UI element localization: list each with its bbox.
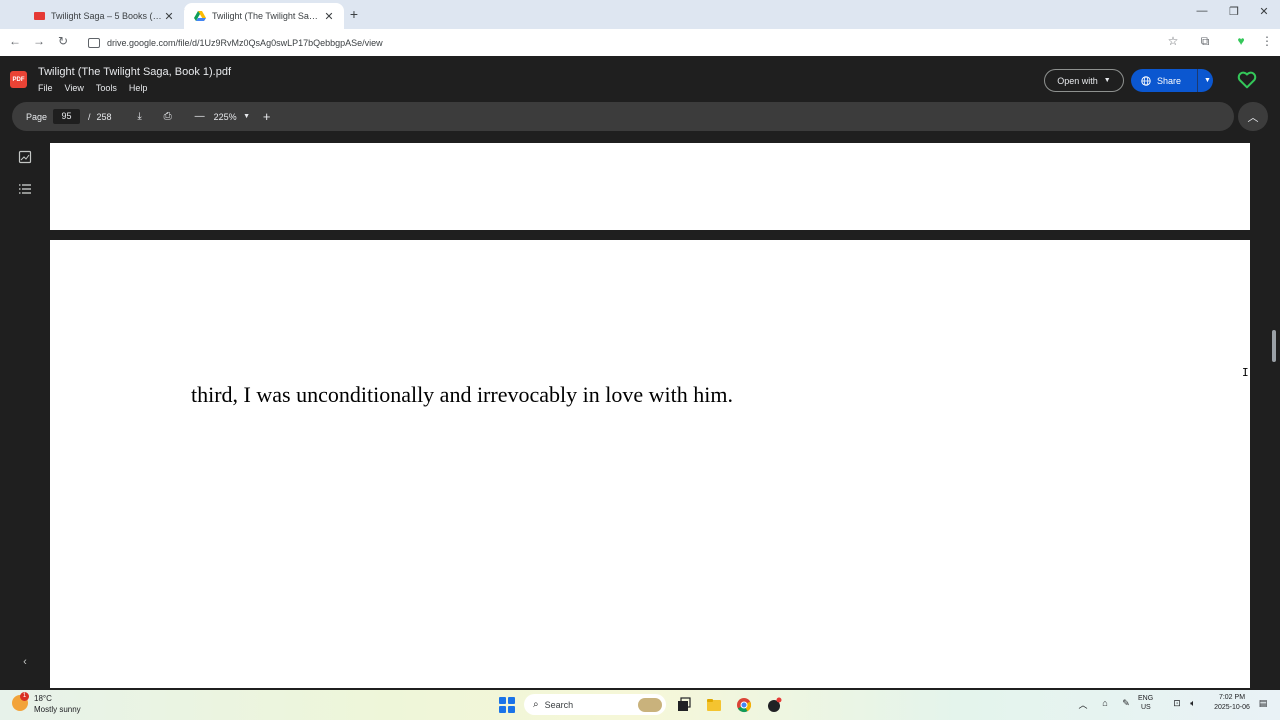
- google-drive-icon: [194, 11, 206, 21]
- forward-button[interactable]: →: [30, 34, 48, 48]
- start-tile: [508, 697, 515, 704]
- language-bottom[interactable]: US: [1141, 704, 1151, 711]
- url-text: drive.google.com/file/d/1Uz9RvMz0QsAg0sw…: [107, 37, 383, 48]
- pdf-favicon-icon: [34, 12, 45, 20]
- print-icon[interactable]: ⎙: [160, 111, 176, 122]
- menu-help[interactable]: Help: [129, 83, 148, 93]
- viewer-header: PDF Twilight (The Twilight Saga, Book 1)…: [0, 57, 1280, 100]
- back-button[interactable]: ←: [6, 34, 24, 48]
- menu-file[interactable]: File: [38, 83, 53, 93]
- browser-toolbar: ← → ↻ drive.google.com/file/d/1Uz9RvMz0Q…: [0, 29, 1280, 56]
- tab-title: Twilight (The Twilight Saga, Boo: [212, 11, 322, 21]
- zoom-dropdown-icon[interactable]: ▼: [239, 113, 255, 120]
- extensions-icon[interactable]: ⧉: [1196, 34, 1214, 49]
- page-text-line: third, I was unconditionally and irrevoc…: [191, 382, 733, 407]
- globe-icon: [1141, 75, 1151, 86]
- share-label: Share: [1157, 75, 1182, 86]
- zoom-in-icon[interactable]: +: [259, 109, 275, 124]
- pdf-toolbar: Page 95 / 258 ⤓ ⎙ — 225% ▼ +: [12, 102, 1234, 131]
- pdf-page-previous: [50, 143, 1250, 230]
- search-icon: ⌕: [533, 699, 539, 710]
- search-highlight-icon: [638, 697, 662, 712]
- browser-menu-icon[interactable]: ⋮: [1258, 34, 1276, 48]
- windows-start-icon[interactable]: [499, 697, 515, 713]
- bookmark-star-icon[interactable]: ☆: [1164, 34, 1182, 48]
- download-icon[interactable]: ⤓: [132, 111, 148, 122]
- file-explorer-icon[interactable]: [706, 697, 722, 713]
- text-cursor-icon: I: [1242, 366, 1249, 379]
- task-view-icon[interactable]: [676, 697, 692, 713]
- share-divider: [1197, 69, 1199, 92]
- start-tile: [499, 706, 506, 713]
- caret-down-icon: ▼: [1103, 77, 1111, 84]
- heart-extension-icon[interactable]: ♥: [1232, 34, 1250, 48]
- chrome-icon[interactable]: [736, 697, 752, 713]
- page-number-input[interactable]: 95: [53, 109, 81, 124]
- pdf-file-icon: PDF: [10, 71, 27, 88]
- start-tile: [499, 697, 506, 704]
- menu-tools[interactable]: Tools: [96, 83, 117, 93]
- share-button[interactable]: Share ▼: [1131, 69, 1213, 92]
- thumbnails-icon[interactable]: [18, 150, 32, 164]
- clock-date[interactable]: 2025-10-06: [1208, 704, 1256, 711]
- close-icon[interactable]: ✕: [322, 10, 336, 23]
- network-icon[interactable]: ⌂: [1098, 698, 1112, 708]
- chevron-up-icon: ︿: [1247, 111, 1259, 124]
- pen-icon[interactable]: ✎: [1119, 698, 1133, 709]
- show-hidden-icons[interactable]: ︿: [1076, 698, 1090, 711]
- minimize-button[interactable]: —: [1192, 5, 1212, 17]
- heart-outline-icon[interactable]: [1236, 69, 1258, 91]
- site-info-icon[interactable]: [88, 37, 100, 48]
- zoom-level[interactable]: 225%: [214, 112, 237, 122]
- volume-icon[interactable]: 🔈︎: [1186, 698, 1200, 709]
- new-tab-button[interactable]: +: [346, 6, 362, 22]
- app-icon[interactable]: [766, 697, 782, 713]
- pdf-page-current: third, I was unconditionally and irrevoc…: [50, 240, 1250, 688]
- weather-temperature: 18°C: [34, 694, 52, 703]
- tab-twilight-saga-5-books[interactable]: Twilight Saga – 5 Books (PDF) - ✕: [24, 3, 184, 29]
- chevron-left-icon[interactable]: ‹: [18, 656, 32, 670]
- total-pages: 258: [96, 111, 112, 122]
- open-with-label: Open with: [1057, 75, 1098, 86]
- search-label: Search: [544, 699, 574, 710]
- wifi-icon[interactable]: ⊡: [1170, 698, 1184, 709]
- notifications-icon[interactable]: ▤: [1256, 698, 1270, 709]
- menu-view[interactable]: View: [65, 83, 84, 93]
- clock-time[interactable]: 7:02 PM: [1210, 694, 1254, 701]
- zoom-out-icon[interactable]: —: [192, 111, 208, 122]
- weather-condition: Mostly sunny: [34, 705, 81, 714]
- document-title: Twilight (The Twilight Saga, Book 1).pdf: [38, 66, 232, 78]
- address-bar[interactable]: drive.google.com/file/d/1Uz9RvMz0QsAg0sw…: [80, 32, 1190, 53]
- share-options-caret-icon[interactable]: ▼: [1204, 77, 1211, 84]
- close-window-button[interactable]: ✕: [1254, 5, 1274, 18]
- outline-list-icon[interactable]: [18, 182, 32, 196]
- taskbar: 1 18°C Mostly sunny ⌕ Search ︿ ⌂ ✎ ENG U…: [0, 690, 1280, 720]
- page-label: Page: [26, 111, 48, 122]
- page-separator: /: [88, 111, 91, 122]
- open-with-button[interactable]: Open with ▼: [1044, 69, 1124, 92]
- viewer-menubar: File View Tools Help: [38, 83, 147, 93]
- tab-strip: Twilight Saga – 5 Books (PDF) - ✕ Twilig…: [0, 0, 1280, 29]
- tab-title: Twilight Saga – 5 Books (PDF) -: [51, 11, 162, 21]
- collapse-toolbar-button[interactable]: ︿: [1238, 102, 1268, 131]
- language-top[interactable]: ENG: [1138, 695, 1153, 702]
- taskbar-search[interactable]: ⌕ Search: [524, 694, 666, 715]
- scrollbar-thumb[interactable]: [1272, 330, 1276, 362]
- weather-notification-badge: 1: [20, 692, 29, 701]
- restore-button[interactable]: ❐: [1224, 5, 1244, 18]
- close-icon[interactable]: ✕: [162, 10, 176, 23]
- tab-twilight-book-1[interactable]: Twilight (The Twilight Saga, Boo ✕: [184, 3, 344, 29]
- start-tile: [508, 706, 515, 713]
- reload-button[interactable]: ↻: [54, 34, 72, 48]
